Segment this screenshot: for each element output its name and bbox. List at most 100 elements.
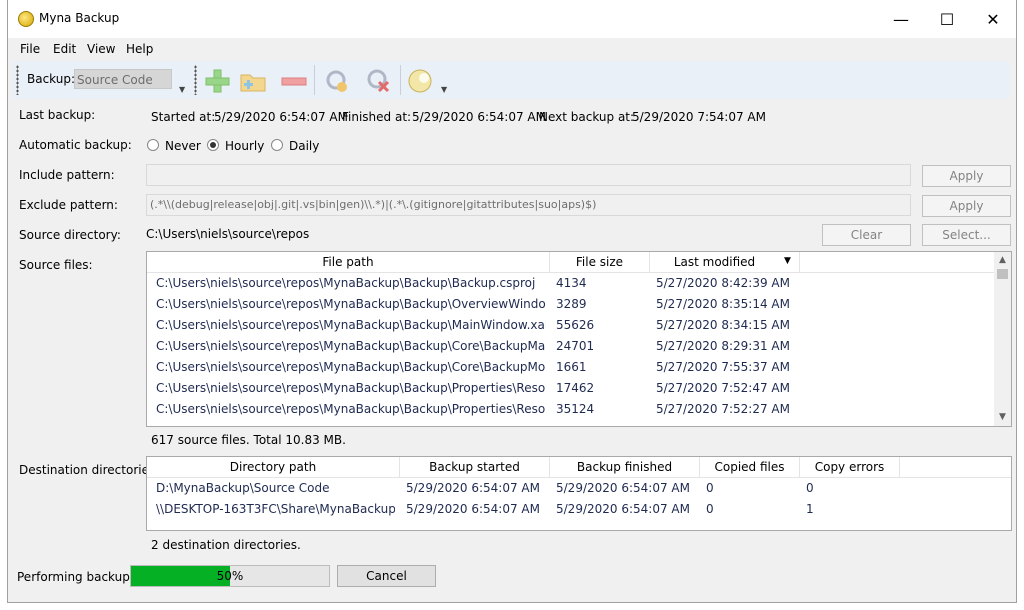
column-copied-files[interactable]: Copied files — [700, 457, 800, 477]
scroll-thumb[interactable] — [997, 269, 1008, 279]
title-bar: Myna Backup — ☐ ✕ — [8, 0, 1016, 38]
column-directory-path[interactable]: Directory path — [147, 457, 400, 477]
toolbar-separator — [314, 65, 315, 95]
close-button[interactable]: ✕ — [970, 0, 1016, 38]
radio-daily-label[interactable]: Daily — [289, 139, 319, 153]
options-icon[interactable] — [406, 68, 432, 94]
next-backup-label: Next backup at: — [539, 110, 635, 124]
table-row[interactable]: C:\Users\niels\source\repos\MynaBackup\B… — [147, 378, 1011, 399]
window-title: Myna Backup — [39, 11, 120, 25]
menu-help[interactable]: Help — [126, 42, 153, 56]
file-path-cell: C:\Users\niels\source\repos\MynaBackup\B… — [156, 318, 546, 332]
include-apply-button[interactable]: Apply — [922, 165, 1011, 187]
status-label: Performing backup... — [17, 570, 142, 584]
file-size-cell: 55626 — [556, 318, 595, 332]
radio-hourly-label[interactable]: Hourly — [225, 139, 264, 153]
file-path-cell: C:\Users\niels\source\repos\MynaBackup\B… — [156, 402, 546, 416]
directory-path-cell: \\DESKTOP-163T3FC\Share\MynaBackup\Sou — [156, 502, 395, 516]
menu-file[interactable]: File — [20, 42, 40, 56]
main-window: Myna Backup — ☐ ✕ File Edit View Help Ba… — [7, 0, 1017, 603]
options-dropdown-icon[interactable]: ▼ — [441, 85, 447, 94]
backup-finished-cell: 5/29/2020 6:54:07 AM — [556, 481, 690, 495]
file-size-cell: 3289 — [556, 297, 587, 311]
column-copy-errors[interactable]: Copy errors — [800, 457, 900, 477]
last-modified-cell: 5/27/2020 7:52:27 AM — [656, 402, 790, 416]
source-files-scrollbar[interactable]: ▲ ▼ — [994, 252, 1011, 426]
last-modified-cell: 5/27/2020 7:55:37 AM — [656, 360, 790, 374]
destinations-table: Directory path Backup started Backup fin… — [146, 456, 1012, 531]
file-size-cell: 24701 — [556, 339, 595, 353]
radio-hourly[interactable] — [207, 139, 219, 151]
finished-at-label: Finished at: — [342, 110, 412, 124]
menu-view[interactable]: View — [87, 42, 115, 56]
column-backup-started[interactable]: Backup started — [400, 457, 550, 477]
menu-edit[interactable]: Edit — [53, 42, 76, 56]
table-row[interactable]: D:\MynaBackup\Source Code 5/29/2020 6:54:… — [147, 478, 1011, 499]
table-row[interactable]: C:\Users\niels\source\repos\MynaBackup\B… — [147, 357, 1011, 378]
table-row[interactable]: C:\Users\niels\source\repos\MynaBackup\B… — [147, 399, 1011, 420]
exclude-apply-button[interactable]: Apply — [922, 195, 1011, 217]
column-file-size[interactable]: File size — [550, 252, 650, 272]
backup-started-cell: 5/29/2020 6:54:07 AM — [406, 502, 540, 516]
backup-finished-cell: 5/29/2020 6:54:07 AM — [556, 502, 690, 516]
file-path-cell: C:\Users\niels\source\repos\MynaBackup\B… — [156, 339, 546, 353]
remove-icon[interactable] — [280, 68, 307, 94]
backup-label: Backup: — [27, 72, 76, 86]
last-modified-cell: 5/27/2020 8:42:39 AM — [656, 276, 790, 290]
last-backup-label: Last backup: — [19, 108, 96, 122]
backup-progress-bar: 50% — [130, 565, 330, 587]
file-path-cell: C:\Users\niels\source\repos\MynaBackup\B… — [156, 297, 546, 311]
column-file-path[interactable]: File path — [147, 252, 550, 272]
radio-daily[interactable] — [271, 139, 283, 151]
finished-at-value: 5/29/2020 6:54:07 AM — [412, 110, 546, 124]
select-button[interactable]: Select... — [922, 224, 1011, 246]
add-icon[interactable] — [204, 68, 230, 94]
run-backup-icon[interactable] — [324, 68, 350, 94]
toolbar-grip-2 — [194, 65, 197, 95]
directory-path-cell: D:\MynaBackup\Source Code — [156, 481, 330, 495]
backup-select[interactable]: Source Code — [74, 69, 172, 89]
scroll-down-icon[interactable]: ▼ — [994, 409, 1011, 426]
table-row[interactable]: C:\Users\niels\source\repos\MynaBackup\B… — [147, 294, 1011, 315]
cancel-backup-icon[interactable] — [365, 68, 391, 94]
file-size-cell: 35124 — [556, 402, 595, 416]
copied-files-cell: 0 — [706, 502, 714, 516]
table-row[interactable]: C:\Users\niels\source\repos\MynaBackup\B… — [147, 273, 1011, 294]
toolbar-overflow-icon[interactable]: ▼ — [179, 85, 185, 94]
source-directory-value: C:\Users\niels\source\repos — [146, 227, 310, 241]
cancel-button[interactable]: Cancel — [337, 565, 436, 587]
add-folder-icon[interactable] — [239, 68, 266, 94]
destinations-header: Directory path Backup started Backup fin… — [147, 457, 1011, 478]
minimize-button[interactable]: — — [878, 0, 924, 38]
destinations-summary: 2 destination directories. — [151, 538, 301, 552]
toolbar-separator-2 — [400, 65, 401, 95]
destination-directories-label: Destination directories: — [19, 463, 160, 477]
next-backup-value: 5/29/2020 7:54:07 AM — [632, 110, 766, 124]
copy-errors-cell: 1 — [806, 502, 814, 516]
started-at-label: Started at: — [151, 110, 216, 124]
source-files-header: File path File size Last modified ▼ — [147, 252, 1011, 273]
table-row[interactable]: \\DESKTOP-163T3FC\Share\MynaBackup\Sou 5/… — [147, 499, 1011, 520]
clear-button[interactable]: Clear — [822, 224, 911, 246]
last-modified-cell: 5/27/2020 7:52:47 AM — [656, 381, 790, 395]
include-pattern-input[interactable] — [146, 164, 911, 186]
column-backup-finished[interactable]: Backup finished — [550, 457, 700, 477]
started-at-value: 5/29/2020 6:54:07 AM — [214, 110, 348, 124]
maximize-button[interactable]: ☐ — [924, 0, 970, 38]
exclude-pattern-input[interactable]: (.*\\(debug|release|obj|.git|.vs|bin|gen… — [146, 194, 911, 216]
scroll-up-icon[interactable]: ▲ — [994, 252, 1011, 269]
table-row[interactable]: C:\Users\niels\source\repos\MynaBackup\B… — [147, 315, 1011, 336]
exclude-pattern-label: Exclude pattern: — [19, 198, 118, 212]
source-directory-label: Source directory: — [19, 228, 121, 242]
file-path-cell: C:\Users\niels\source\repos\MynaBackup\B… — [156, 276, 536, 290]
column-last-modified[interactable]: Last modified — [650, 252, 800, 272]
progress-text: 50% — [216, 569, 244, 583]
toolbar: Backup: Source Code ▼ ▼ — [13, 61, 1010, 99]
radio-never[interactable] — [147, 139, 159, 151]
radio-never-label[interactable]: Never — [165, 139, 201, 153]
copy-errors-cell: 0 — [806, 481, 814, 495]
source-files-summary: 617 source files. Total 10.83 MB. — [151, 433, 346, 447]
copied-files-cell: 0 — [706, 481, 714, 495]
table-row[interactable]: C:\Users\niels\source\repos\MynaBackup\B… — [147, 336, 1011, 357]
toolbar-grip[interactable] — [16, 65, 19, 95]
